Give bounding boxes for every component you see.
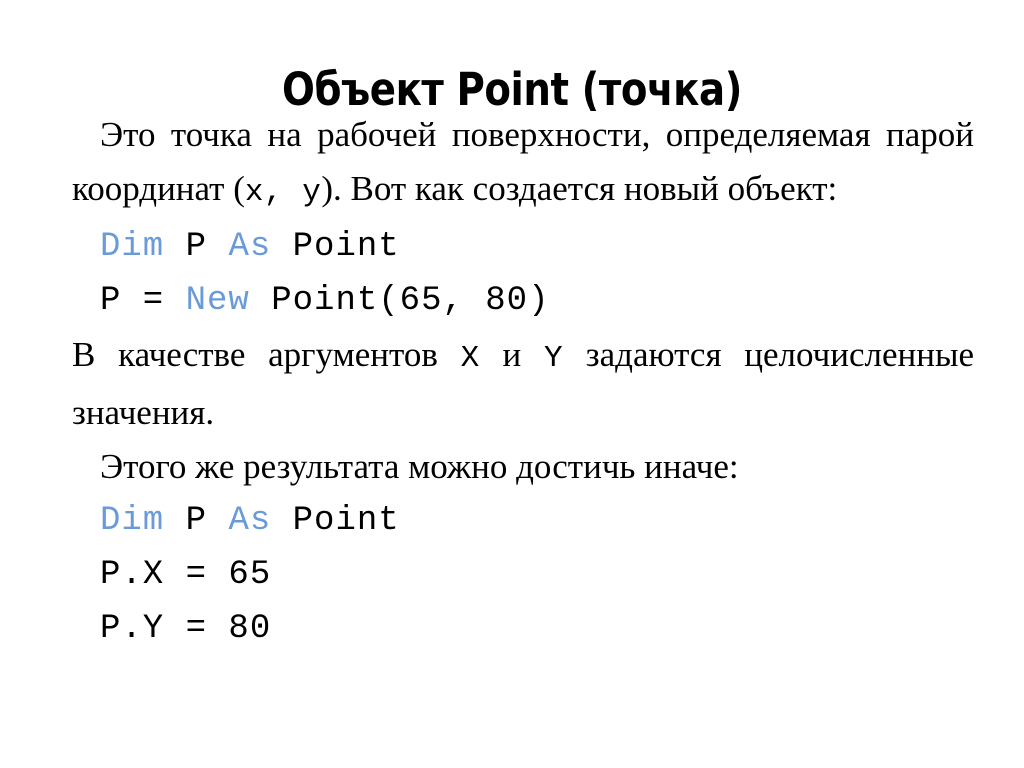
paragraph-definition-text-2: ). Вот как создается новый объект: (321, 169, 838, 208)
inline-code-x: x, (244, 175, 284, 210)
inline-code-space (283, 175, 302, 210)
type-point: Point (292, 502, 400, 540)
keyword-as: As (228, 228, 272, 266)
code-line-p-new-point: P = New Point(65, 80) (72, 274, 974, 328)
code-separator (271, 228, 292, 266)
inline-code-y-upper: Y (543, 341, 564, 376)
code-separator (271, 502, 292, 540)
keyword-dim: Dim (100, 228, 165, 266)
code-line-dim-p-as-point-2: Dim P As Point (72, 494, 974, 548)
keyword-dim: Dim (100, 502, 165, 540)
keyword-as: As (228, 502, 272, 540)
keyword-new: New (185, 282, 250, 320)
assignment-target-p: P = (100, 282, 186, 320)
type-point: Point (292, 228, 400, 266)
paragraph-definition: Это точка на рабочей поверхности, опреде… (72, 108, 974, 220)
code-separator (164, 502, 185, 540)
code-separator (164, 228, 185, 266)
code-line-p-x-assign: P.X = 65 (100, 556, 272, 594)
paragraph-arguments: В качестве аргументов X и Y задаются цел… (72, 328, 974, 440)
identifier-p: P (185, 228, 208, 266)
slide-canvas: Объект Point (точка) Это точка на рабоче… (0, 0, 1024, 768)
code-separator (207, 502, 228, 540)
code-line-p-y-assign: P.Y = 80 (100, 610, 272, 648)
identifier-p: P (185, 502, 208, 540)
inline-code-x-upper: X (460, 341, 480, 376)
slide-body: Это точка на рабочей поверхности, опреде… (72, 108, 974, 656)
paragraph-arguments-text-2: и (479, 335, 544, 374)
paragraph-alternative: Этого же результата можно достичь иначе: (100, 447, 739, 486)
code-line-dim-p-as-point-1: Dim P As Point (72, 220, 974, 274)
constructor-call: Point(65, 80) (249, 282, 550, 320)
code-separator (207, 228, 228, 266)
paragraph-arguments-text-1: В качестве аргументов (72, 335, 461, 374)
inline-code-y: y (302, 175, 322, 210)
